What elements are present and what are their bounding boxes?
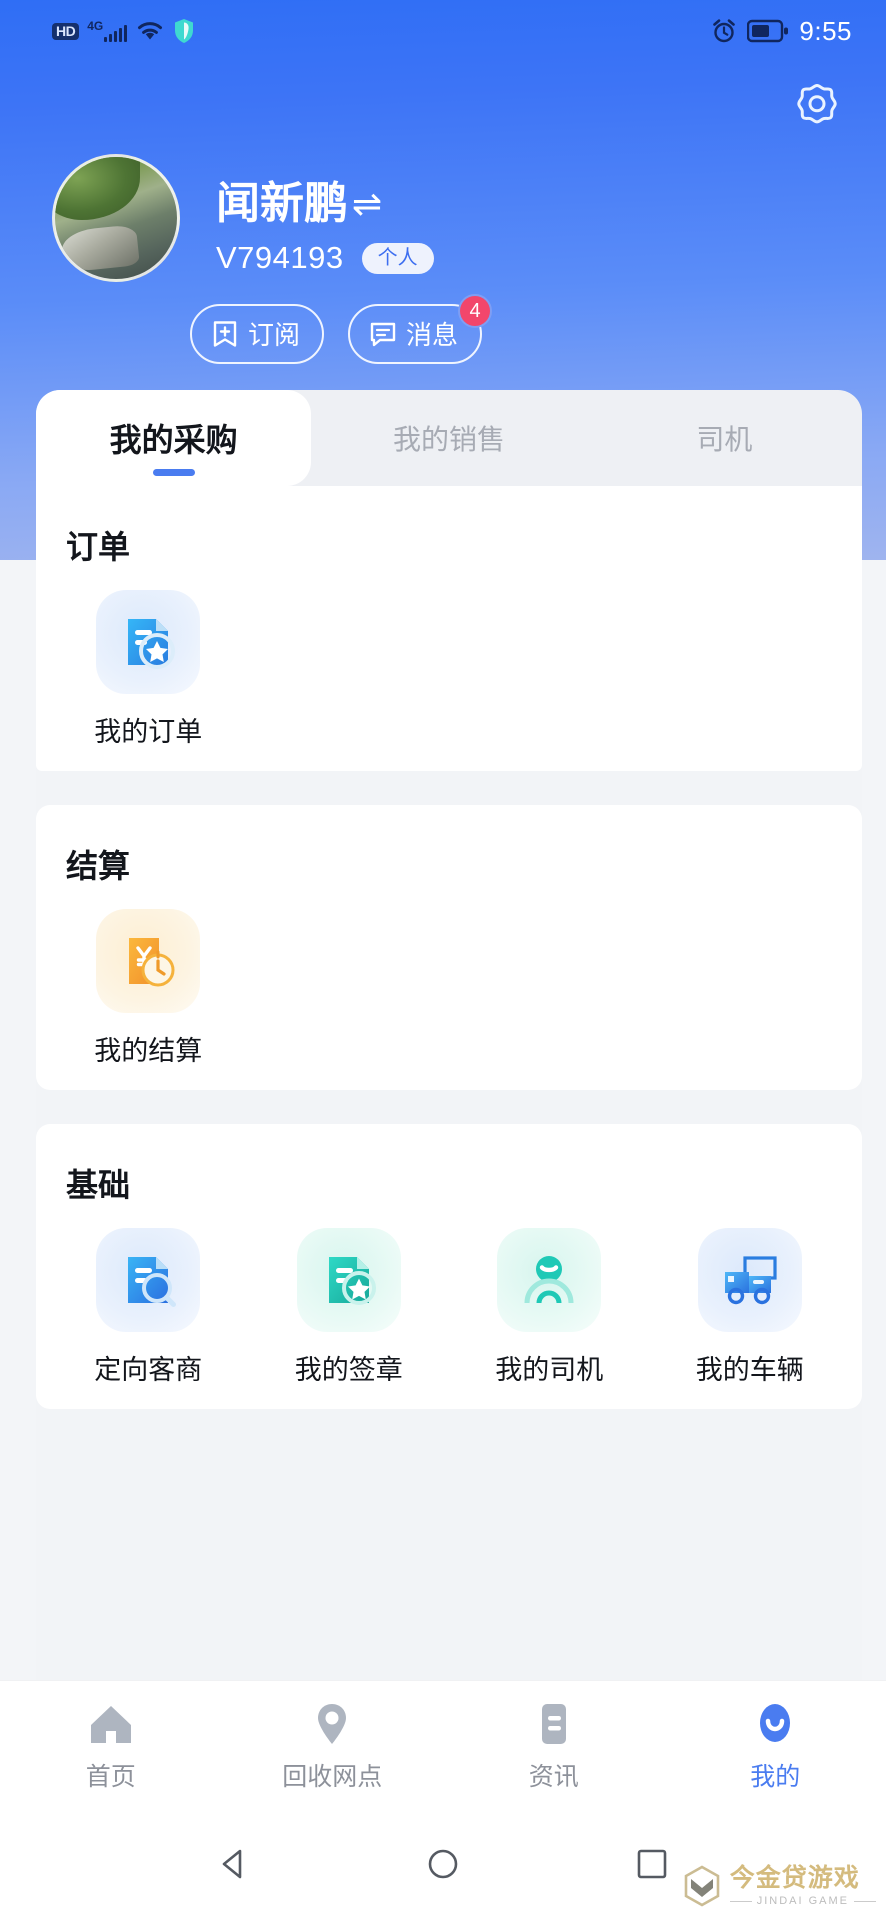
section-title: 订单 <box>66 529 131 565</box>
section-title: 结算 <box>66 848 131 884</box>
tile-label: 我的订单 <box>94 717 203 747</box>
section-grid: 我的订单 <box>36 574 862 749</box>
battery-icon <box>747 19 789 43</box>
app-screen: HD 4G 9:55 闻新鹏 ⇌ V794193 个人 订阅 消息 4 我的采购… <box>0 0 886 1920</box>
nav-label: 回收网点 <box>282 1762 383 1791</box>
tile-label: 我的签章 <box>294 1355 403 1385</box>
section-grid: 定向客商 我的签章 我的司机 我的车辆 <box>36 1212 862 1387</box>
profile-name: 闻新鹏 <box>216 179 348 228</box>
tab-label: 司机 <box>696 424 753 455</box>
tile-label: 我的车辆 <box>695 1355 804 1385</box>
tile-my-order[interactable]: 我的订单 <box>48 590 249 749</box>
chat-bubble-icon <box>370 322 396 346</box>
tile-directed-customer[interactable]: 定向客商 <box>48 1228 249 1387</box>
header-toolbar <box>0 62 886 150</box>
tabs-container: 我的采购 我的销售 司机 <box>36 390 862 486</box>
section-basic: 基础 定向客商 我的签章 我的司机 我的车辆 <box>36 1124 862 1409</box>
yuan-document-clock-icon <box>96 909 201 1013</box>
section-settlement: 结算 我的结算 <box>36 805 862 1090</box>
content-scroll[interactable]: 订单 我的订单 结算 我的结算 基础 定向客商 我的签章 我的司机 我的车辆 <box>36 486 862 1680</box>
tile-my-driver[interactable]: 我的司机 <box>449 1228 650 1387</box>
swap-account-icon[interactable]: ⇌ <box>352 184 382 224</box>
square-recents-icon[interactable] <box>630 1842 674 1891</box>
watermark-en: JINDAI GAME <box>730 1895 876 1907</box>
status-bar: HD 4G 9:55 <box>0 0 886 62</box>
tab-my-sales[interactable]: 我的销售 <box>311 390 586 486</box>
profile-name-row[interactable]: 闻新鹏 ⇌ <box>216 179 434 228</box>
section-grid: 我的结算 <box>36 893 862 1068</box>
profile-smile-icon <box>760 1703 791 1742</box>
nav-item-mine[interactable]: 我的 <box>665 1701 886 1793</box>
watermark-cn: 今金贷游戏 <box>729 1863 860 1892</box>
nav-label: 首页 <box>85 1762 136 1791</box>
subscribe-label: 订阅 <box>248 320 301 350</box>
nav-label: 我的 <box>750 1762 801 1791</box>
section-title: 基础 <box>66 1167 131 1203</box>
profile-user-id: V794193 <box>216 240 344 276</box>
hd-icon: HD <box>52 22 80 40</box>
bookmark-plus-icon <box>213 320 237 347</box>
profile-actions: 订阅 消息 4 <box>0 282 886 364</box>
signal-bars-icon: 4G <box>87 19 128 42</box>
bottom-navigation: 首页 回收网点 资讯 我的 <box>0 1680 886 1812</box>
tile-label: 定向客商 <box>94 1355 203 1385</box>
tab-driver[interactable]: 司机 <box>587 390 862 486</box>
shield-icon <box>175 19 194 43</box>
document-star-icon <box>96 590 201 694</box>
tile-my-seal[interactable]: 我的签章 <box>249 1228 450 1387</box>
hexagon-chevron-logo <box>684 1865 720 1907</box>
status-bar-right: 9:55 <box>711 16 852 47</box>
nav-label: 资讯 <box>528 1762 579 1791</box>
tab-label: 我的采购 <box>109 422 238 458</box>
nav-item-home[interactable]: 首页 <box>0 1701 222 1793</box>
home-icon <box>90 1705 131 1743</box>
account-type-badge: 个人 <box>361 242 434 274</box>
tab-bar: 我的采购 我的销售 司机 <box>36 390 862 486</box>
document-search-icon <box>96 1228 201 1332</box>
tile-label: 我的司机 <box>495 1355 604 1385</box>
nav-item-news[interactable]: 资讯 <box>443 1701 665 1793</box>
alarm-icon <box>713 19 736 43</box>
nav-item-recycle-point[interactable]: 回收网点 <box>222 1701 444 1793</box>
section-divider <box>36 1090 862 1110</box>
truck-icon <box>697 1228 802 1332</box>
status-bar-clock: 9:55 <box>799 15 852 46</box>
gear-icon[interactable] <box>790 79 844 133</box>
watermark-text: 今金贷游戏 JINDAI GAME <box>729 1863 876 1907</box>
network-type-label: 4G <box>87 19 104 33</box>
profile-block: 闻新鹏 ⇌ V794193 个人 <box>0 150 886 282</box>
tab-label: 我的销售 <box>392 424 505 455</box>
subscribe-button[interactable]: 订阅 <box>190 304 325 364</box>
status-bar-left: HD 4G <box>52 18 195 44</box>
driver-person-icon <box>497 1228 602 1332</box>
circle-home-icon[interactable] <box>421 1842 465 1891</box>
tile-label: 我的结算 <box>94 1036 203 1066</box>
messages-button[interactable]: 消息 4 <box>348 294 493 364</box>
profile-id-row: V794193 个人 <box>216 240 434 276</box>
messages-badge: 4 <box>458 294 493 328</box>
section-divider <box>36 771 862 791</box>
watermark: 今金贷游戏 JINDAI GAME <box>682 1864 876 1908</box>
wifi-icon <box>138 22 163 40</box>
profile-text: 闻新鹏 ⇌ V794193 个人 <box>216 154 434 276</box>
tile-my-settlement[interactable]: 我的结算 <box>48 909 249 1068</box>
avatar[interactable] <box>52 154 180 282</box>
messages-label: 消息 <box>406 320 459 350</box>
tile-my-vehicle[interactable]: 我的车辆 <box>650 1228 851 1387</box>
news-list-icon <box>541 1703 566 1744</box>
location-pin-icon <box>318 1703 347 1744</box>
document-seal-star-icon <box>296 1228 401 1332</box>
section-order: 订单 我的订单 <box>36 486 862 771</box>
signal-strength-bars <box>104 24 128 42</box>
tab-my-purchase[interactable]: 我的采购 <box>36 390 312 486</box>
triangle-back-icon[interactable] <box>212 1842 256 1891</box>
